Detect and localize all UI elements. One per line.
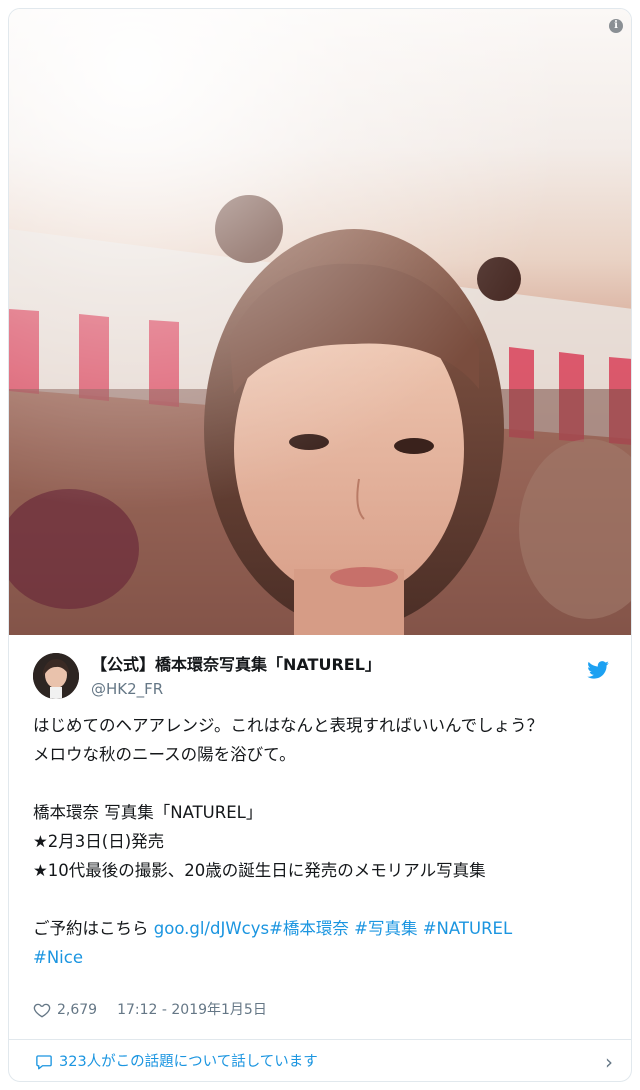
account-handle[interactable]: @HK2_FR [91,680,163,698]
tweet-line: 橋本環奈 写真集「NATUREL」 [33,803,263,822]
chevron-right-icon[interactable]: › [605,1051,613,1073]
speech-bubble-icon [36,1055,52,1070]
tweet-line: ご予約はこちら goo.gl/dJWcys#橋本環奈 #写真集 #NATUREL [33,914,613,943]
hashtag-link[interactable]: #Nice [33,948,83,967]
avatar[interactable] [33,653,79,699]
short-link[interactable]: goo.gl/dJWcys [154,919,269,938]
tweet-header: 【公式】橋本環奈写真集「NATUREL」 @HK2_FR [9,635,631,705]
twitter-bird-icon[interactable] [587,661,609,679]
reservation-text: ご予約はこちら [33,919,154,938]
portrait-photo [9,9,631,635]
conversation-text[interactable]: 323人がこの話題について話しています [59,1051,318,1073]
tweet-text: はじめてのヘアアレンジ。これはなんと表現すればいいんでしょう？ メロウな秋のニー… [33,711,613,972]
like-count[interactable]: 2,679 [57,999,97,1021]
heart-icon[interactable] [33,1001,51,1019]
hashtag-link[interactable]: #橋本環奈 [269,919,349,938]
tweet-meta: 2,679 17:12 - 2019年1月5日 [33,999,267,1021]
tweet-line: ★10代最後の撮影、20歳の誕生日に発売のメモリアル写真集 [33,861,486,880]
timestamp[interactable]: 17:12 - 2019年1月5日 [117,999,267,1021]
hashtag-link[interactable]: #NATUREL [423,919,512,938]
tweet-photo[interactable]: i [9,9,631,635]
info-icon[interactable]: i [609,19,623,33]
tweet-line: メロウな秋のニースの陽を浴びて。 [33,745,296,764]
account-name[interactable]: 【公式】橋本環奈写真集「NATUREL」 [91,655,381,675]
tweet-card: i 【公式】橋本環奈写真集「NATUREL」 @HK2_FR はじめてのヘアアレ… [8,8,632,1082]
conversation-link[interactable]: 323人がこの話題について話しています › [9,1040,631,1081]
hashtag-link[interactable]: #写真集 [354,919,417,938]
tweet-line: #Nice [33,943,613,972]
tweet-line: ★2月3日(日)発売 [33,832,165,851]
tweet-line: はじめてのヘアアレンジ。これはなんと表現すればいいんでしょう？ [33,716,544,735]
